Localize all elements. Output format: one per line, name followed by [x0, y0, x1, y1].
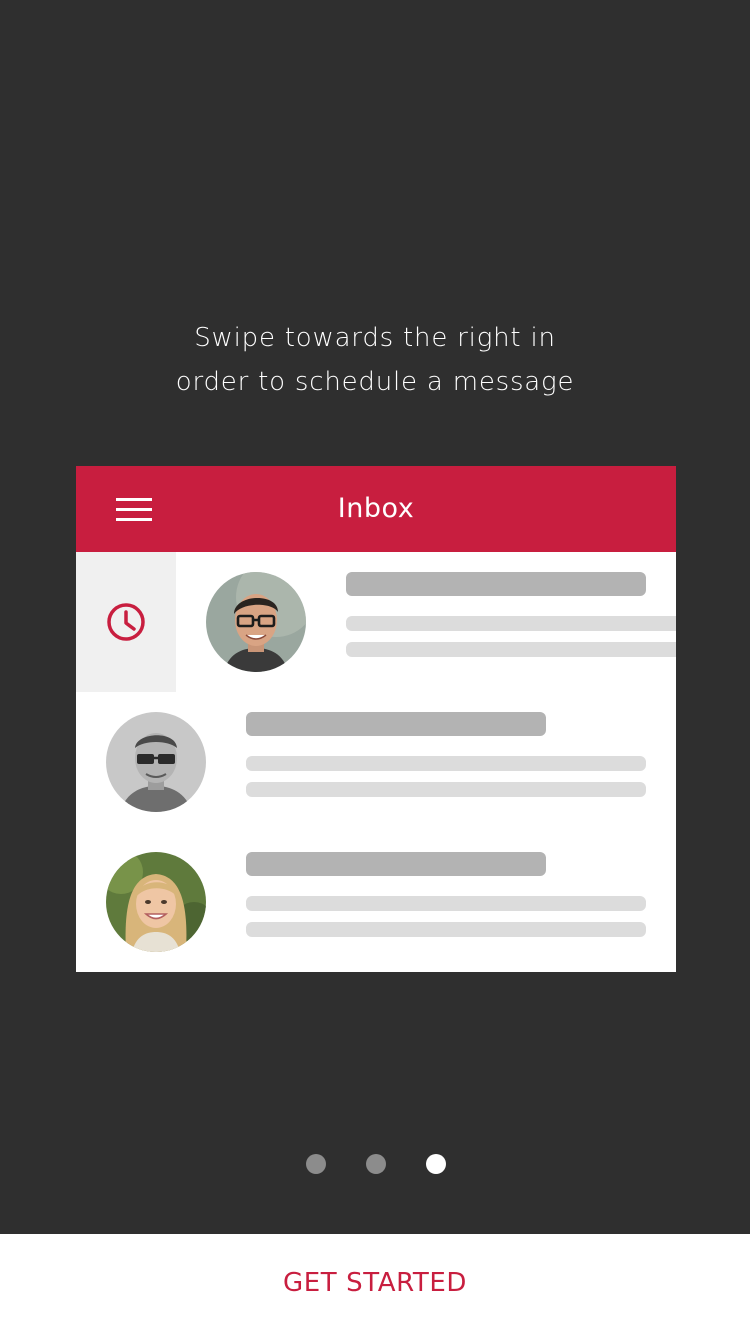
message-title-placeholder: [246, 712, 546, 736]
message-preview-placeholder: [246, 896, 646, 911]
message-preview-placeholder: [246, 782, 646, 797]
clock-icon: [107, 603, 145, 641]
onboarding-description: Swipe towards the right in order to sche…: [0, 316, 750, 404]
onboarding-line-1: Swipe towards the right in: [194, 323, 556, 353]
schedule-swipe-action: [76, 552, 176, 692]
list-item: [76, 692, 676, 832]
inbox-title: Inbox: [337, 493, 415, 524]
avatar: [106, 852, 206, 952]
message-preview-placeholder: [346, 616, 676, 631]
get-started-button[interactable]: GET STARTED: [0, 1234, 750, 1334]
message-title-placeholder: [246, 852, 546, 876]
inbox-header: Inbox: [76, 466, 676, 552]
avatar: [206, 572, 306, 672]
list-item: [76, 832, 676, 972]
onboarding-line-2: order to schedule a message: [175, 367, 575, 397]
page-dot[interactable]: [306, 1154, 326, 1174]
hamburger-menu-icon: [116, 498, 152, 522]
message-preview-placeholder: [346, 642, 676, 657]
page-indicator: [0, 1154, 750, 1174]
avatar: [106, 712, 206, 812]
message-title-placeholder: [346, 572, 646, 596]
message-preview-placeholder: [246, 756, 646, 771]
inbox-illustration: Inbox: [76, 466, 676, 972]
page-dot[interactable]: [366, 1154, 386, 1174]
message-preview-placeholder: [246, 922, 646, 937]
list-item: [176, 552, 676, 692]
page-dot-active[interactable]: [426, 1154, 446, 1174]
